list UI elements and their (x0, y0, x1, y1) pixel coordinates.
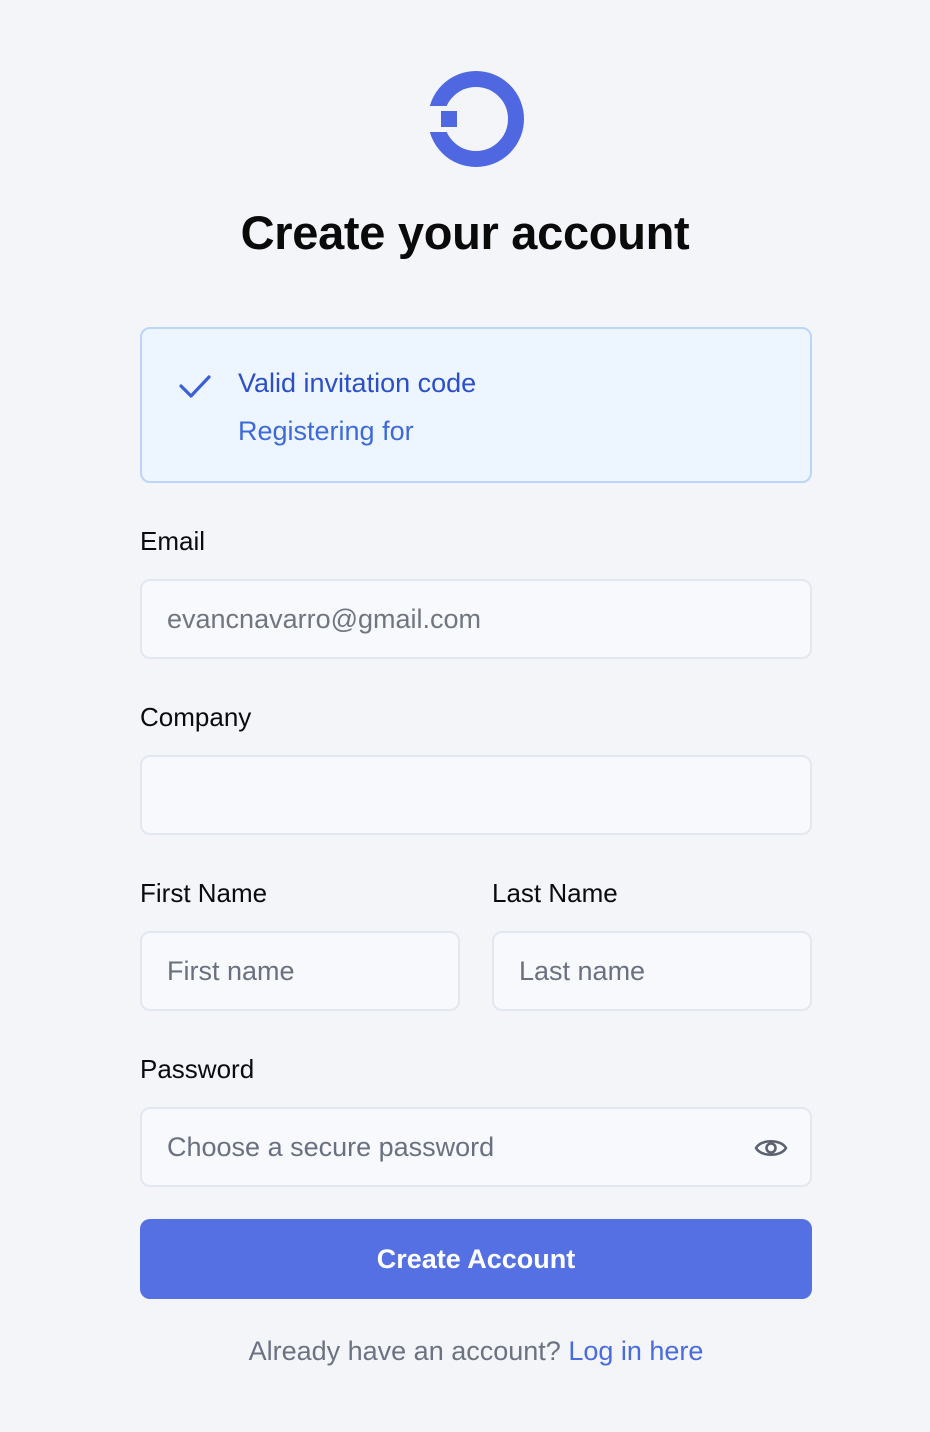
email-label: Email (140, 526, 206, 556)
logo-icon (427, 71, 524, 167)
invitation-banner: Valid invitation code Registering for (140, 327, 812, 483)
email-field[interactable]: evancnavarro@gmail.com (140, 579, 812, 659)
password-placeholder: Choose a secure password (167, 1131, 495, 1162)
login-prompt-text: Already have an account? (248, 1336, 561, 1366)
signup-page: Create your account Valid invitation cod… (0, 0, 930, 1432)
email-value: evancnavarro@gmail.com (167, 603, 482, 634)
login-prompt: Already have an account? Log in here (140, 1334, 812, 1368)
first-name-field[interactable]: First name (140, 931, 460, 1011)
password-label: Password (140, 1054, 255, 1084)
first-name-placeholder: First name (167, 955, 295, 986)
password-field[interactable]: Choose a secure password (140, 1107, 812, 1187)
create-account-button[interactable]: Create Account (140, 1219, 812, 1299)
first-name-label: First Name (140, 878, 268, 908)
last-name-label: Last Name (492, 878, 618, 908)
signup-form: Valid invitation code Registering for Em… (140, 327, 812, 1366)
invitation-title: Valid invitation code (238, 368, 477, 398)
check-icon (179, 375, 211, 398)
last-name-placeholder: Last name (519, 955, 646, 986)
company-label: Company (140, 702, 252, 732)
login-link[interactable]: Log in here (568, 1336, 703, 1366)
company-field[interactable] (140, 755, 812, 835)
eye-icon[interactable] (754, 1133, 788, 1163)
invitation-subtitle: Registering for (238, 416, 414, 446)
last-name-field[interactable]: Last name (492, 931, 812, 1011)
page-title: Create your account (240, 206, 690, 259)
